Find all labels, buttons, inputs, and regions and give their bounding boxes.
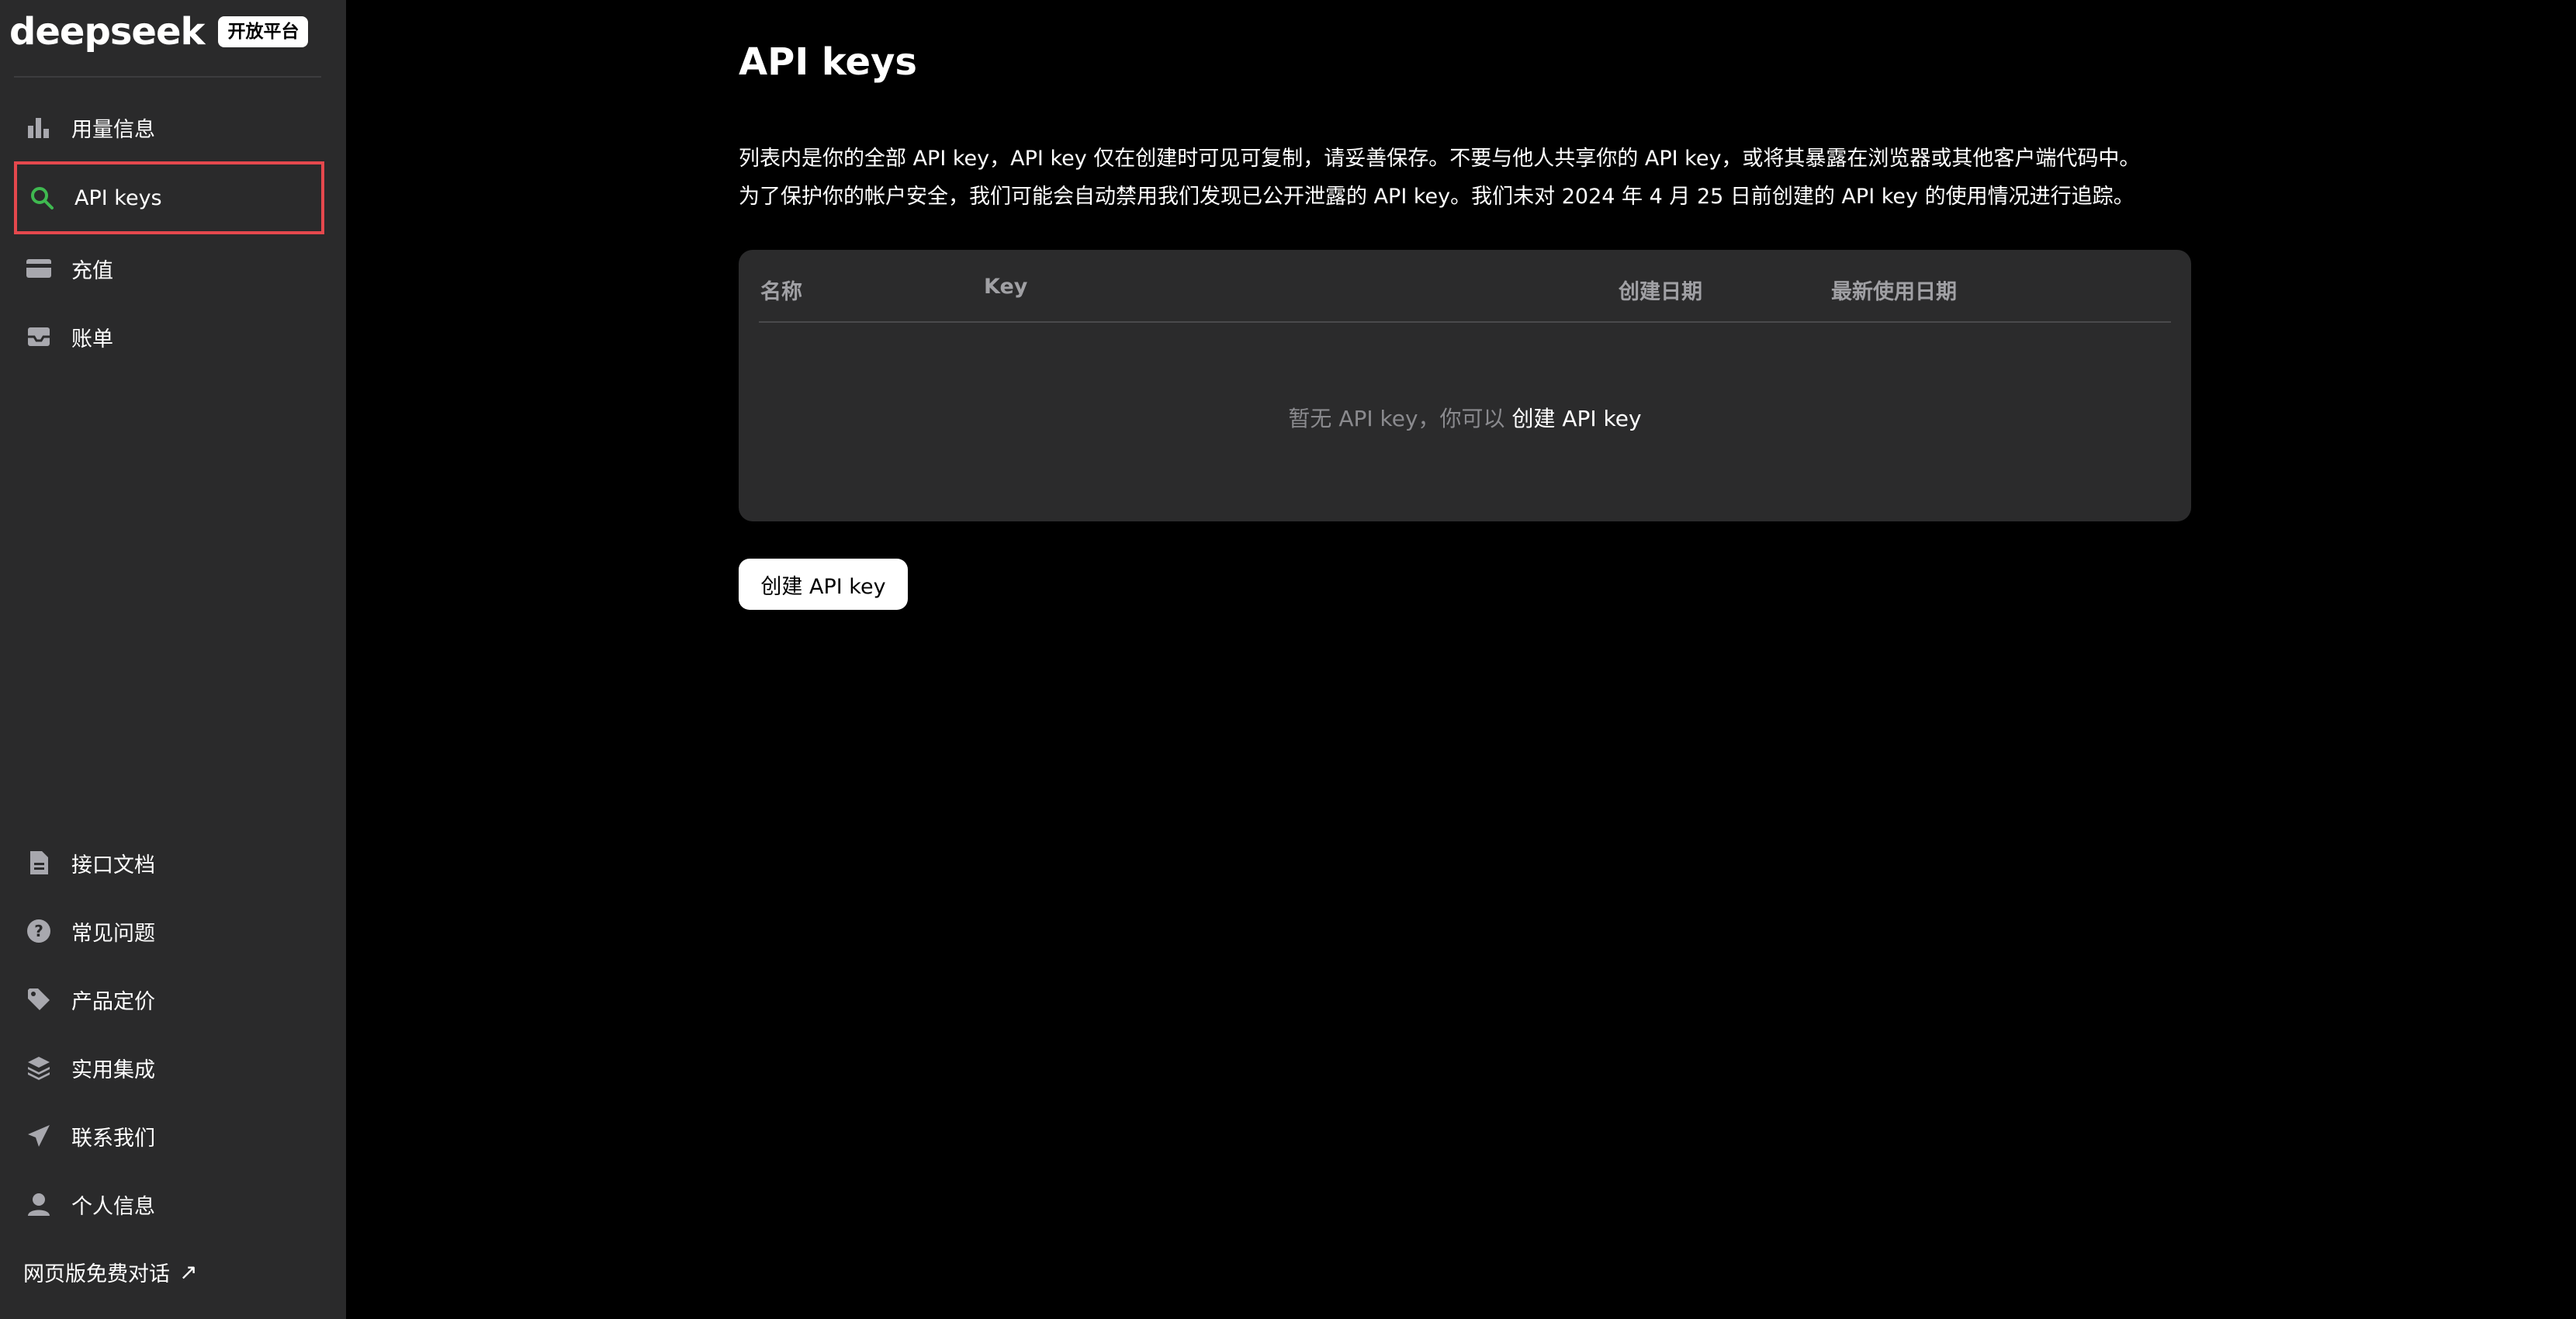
brand[interactable]: deepseek 开放平台 xyxy=(9,10,309,54)
empty-state: 暂无 API key，你可以 创建 API key xyxy=(739,402,2191,433)
table-header: 名称 Key 创建日期 最新使用日期 xyxy=(759,250,2171,323)
tag-icon xyxy=(25,985,53,1013)
bar-chart-icon xyxy=(25,113,53,141)
create-api-key-link[interactable]: 创建 API key xyxy=(1511,406,1641,431)
layers-icon xyxy=(25,1054,53,1082)
sidebar-nav-bottom: 接口文档 ? 常见问题 产品定价 实用集成 联系我们 个人信息 xyxy=(0,829,346,1238)
column-header-key: Key xyxy=(984,275,1028,299)
sidebar-item-profile[interactable]: 个人信息 xyxy=(0,1170,346,1238)
sidebar-item-label: 联系我们 xyxy=(71,1126,155,1151)
deepseek-logo: deepseek xyxy=(9,10,205,54)
page-description: 列表内是你的全部 API key，API key 仅在创建时可见可复制，请妥善保… xyxy=(739,140,2213,216)
sidebar-item-usage[interactable]: 用量信息 xyxy=(0,93,346,161)
sidebar-item-label: 用量信息 xyxy=(71,117,155,142)
send-icon xyxy=(25,1122,53,1150)
sidebar-item-label: 接口文档 xyxy=(71,853,155,878)
search-key-icon xyxy=(28,184,56,212)
web-chat-link[interactable]: 网页版免费对话 ↗ xyxy=(23,1257,197,1287)
app-root: deepseek 开放平台 用量信息 API keys 充值 账单 接口文档 ?… xyxy=(0,0,2576,1319)
sidebar-item-recharge[interactable]: 充值 xyxy=(0,234,346,303)
sidebar-item-integrations[interactable]: 实用集成 xyxy=(0,1033,346,1102)
document-icon xyxy=(25,849,53,877)
description-line-1: 列表内是你的全部 API key，API key 仅在创建时可见可复制，请妥善保… xyxy=(739,147,2141,171)
sidebar-item-pricing[interactable]: 产品定价 xyxy=(0,965,346,1033)
sidebar-item-api-keys[interactable]: API keys xyxy=(14,161,324,234)
sidebar-item-label: 账单 xyxy=(71,327,113,351)
svg-text:?: ? xyxy=(34,922,43,940)
sidebar-item-label: 个人信息 xyxy=(71,1194,155,1219)
web-chat-link-label: 网页版免费对话 xyxy=(23,1262,170,1286)
sidebar-item-label: API keys xyxy=(74,185,162,210)
sidebar-item-billing[interactable]: 账单 xyxy=(0,303,346,371)
column-header-created-date: 创建日期 xyxy=(1619,280,1702,304)
external-arrow-icon: ↗ xyxy=(179,1259,198,1285)
sidebar-item-label: 产品定价 xyxy=(71,989,155,1014)
create-api-key-button[interactable]: 创建 API key xyxy=(739,559,908,610)
sidebar-item-label: 实用集成 xyxy=(71,1058,155,1082)
column-header-name: 名称 xyxy=(760,280,802,304)
main-content: API keys 列表内是你的全部 API key，API key 仅在创建时可… xyxy=(346,0,2576,1319)
sidebar-nav-top: 用量信息 API keys 充值 账单 xyxy=(0,93,346,371)
question-icon: ? xyxy=(25,917,53,945)
api-keys-table: 名称 Key 创建日期 最新使用日期 暂无 API key，你可以 创建 API… xyxy=(739,250,2191,521)
platform-badge: 开放平台 xyxy=(218,16,309,47)
column-header-last-used-date: 最新使用日期 xyxy=(1831,280,1957,304)
sidebar-item-label: 常见问题 xyxy=(71,921,155,946)
sidebar: deepseek 开放平台 用量信息 API keys 充值 账单 接口文档 ?… xyxy=(0,0,346,1319)
page-title: API keys xyxy=(739,40,917,84)
sidebar-item-label: 充值 xyxy=(71,258,113,283)
sidebar-item-contact[interactable]: 联系我们 xyxy=(0,1102,346,1170)
brand-divider xyxy=(14,76,321,78)
inbox-icon xyxy=(25,323,53,351)
description-line-2: 为了保护你的帐户安全，我们可能会自动禁用我们发现已公开泄露的 API key。我… xyxy=(739,185,2135,209)
card-icon xyxy=(25,254,53,282)
sidebar-item-faq[interactable]: ? 常见问题 xyxy=(0,897,346,965)
sidebar-item-api-docs[interactable]: 接口文档 xyxy=(0,829,346,897)
user-icon xyxy=(25,1190,53,1218)
empty-state-text: 暂无 API key，你可以 xyxy=(1288,406,1512,431)
